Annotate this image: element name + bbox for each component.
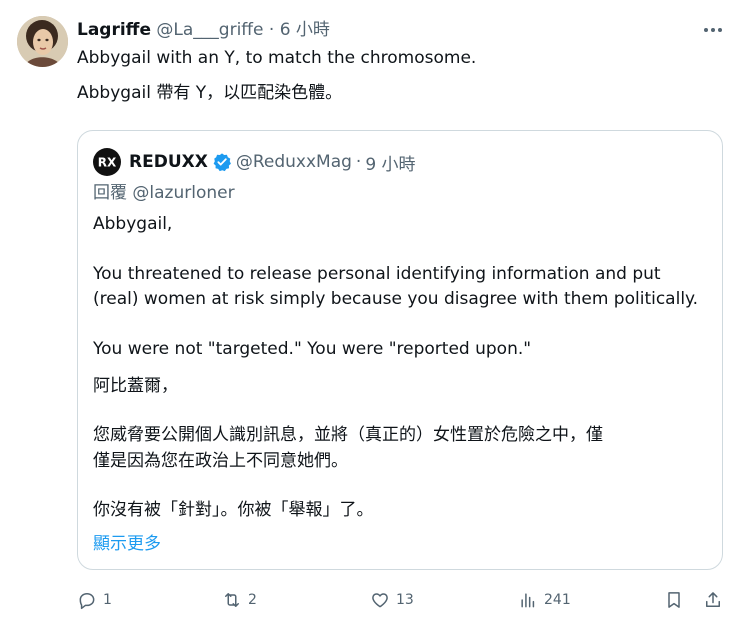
post-header: Lagriffe @La___griffe · 6 小時 [77,18,330,42]
quoted-text-line: Abbygail, [93,214,173,234]
quoted-text-line: 您威脅要公開個人識別訊息，並將（真正的）女性置於危險之中，僅 [93,425,603,445]
repost-icon [225,593,239,607]
more-options-button[interactable] [698,18,728,42]
quoted-text-line: You threatened to release personal ident… [93,264,661,284]
post-time[interactable]: 6 小時 [280,20,330,40]
post-text-line: Abbygail with an Y, to match the chromos… [77,48,477,68]
svg-text:RX: RX [98,156,117,170]
separator-dot: · [355,152,362,172]
quoted-text-line: (real) women at risk simply because you … [93,289,699,309]
action-bar: 1 2 13 241 [77,588,737,612]
separator-dot: · [268,20,275,40]
share-button[interactable] [703,588,729,612]
avatar-portrait-image [17,16,68,67]
like-count: 13 [396,592,414,608]
quoted-tweet[interactable]: RX REDUXX @ReduxxMag · 9 小時 回覆 @lazurlon… [77,130,723,570]
show-more-link[interactable]: 顯示更多 [93,532,161,556]
repost-count: 2 [248,592,257,608]
verified-badge-icon [213,153,231,172]
views-chart-icon [521,593,535,608]
reply-button[interactable]: 1 [77,588,112,612]
reply-icon [79,593,95,610]
view-count: 241 [544,592,571,608]
quoted-text-line: 阿比蓋爾， [93,376,178,396]
quoted-author-name[interactable]: REDUXX [129,152,208,172]
share-icon [706,592,720,607]
post-text-translation: Abbygail 帶有 Y，以匹配染色體。 [77,83,343,103]
quoted-text-line: You were not "targeted." You were "repor… [93,339,532,359]
avatar[interactable] [17,16,68,67]
heart-icon [372,593,388,608]
quoted-text-line: 僅是因為您在政治上不同意她們。 [93,451,348,471]
views-button[interactable]: 241 [518,588,571,612]
author-handle[interactable]: @La___griffe [156,20,263,40]
quoted-post-time[interactable]: 9 小時 [365,150,415,175]
repost-button[interactable]: 2 [222,588,257,612]
quoted-text-line: 你沒有被「針對」。你被「舉報」了。 [93,500,374,520]
more-horizontal-icon [704,28,708,32]
bookmark-button[interactable] [664,588,690,612]
reply-to-label[interactable]: 回覆 @lazurloner [93,181,235,205]
quoted-tweet-header: RX REDUXX @ReduxxMag · 9 小時 [93,148,416,176]
tweet[interactable]: Lagriffe @La___griffe · 6 小時 Abbygail wi… [0,0,744,618]
like-button[interactable]: 13 [370,588,414,612]
bookmark-icon [668,592,680,608]
quoted-author-handle[interactable]: @ReduxxMag [236,152,352,172]
reply-count: 1 [103,592,112,608]
more-horizontal-icon-dot [718,28,722,32]
author-name[interactable]: Lagriffe [77,20,151,40]
reduxx-logo-icon: RX [93,148,121,176]
more-horizontal-icon-dot [711,28,715,32]
